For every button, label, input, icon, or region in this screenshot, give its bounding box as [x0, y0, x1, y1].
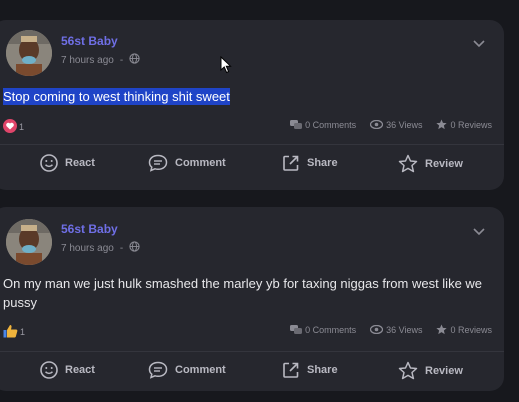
comment-icon	[148, 361, 168, 379]
review-label: Review	[425, 157, 463, 170]
comment-button[interactable]: Comment	[148, 361, 226, 379]
post-stats: 0 Comments 36 Views 0 Reviews	[290, 119, 492, 130]
globe-icon	[129, 53, 140, 67]
comment-button[interactable]: Comment	[148, 154, 226, 172]
eye-icon	[370, 325, 384, 334]
post-card: 56st Baby 7 hours ago - Stop coming to w…	[0, 20, 504, 190]
divider	[0, 351, 504, 352]
heart-icon	[3, 119, 17, 135]
review-button[interactable]: Review	[398, 361, 463, 380]
timestamp: 7 hours ago	[61, 242, 114, 254]
post-actions: React Comment Share Review	[0, 154, 504, 178]
comment-label: Comment	[175, 364, 226, 376]
mouse-cursor-icon	[220, 56, 232, 74]
comment-label: Comment	[175, 157, 226, 169]
views-stat: 36 Views	[370, 119, 422, 130]
views-stat: 36 Views	[370, 324, 422, 335]
post-text-content: Stop coming to west thinking shit sweet	[3, 88, 230, 105]
post-meta: 7 hours ago -	[61, 53, 140, 67]
comments-count: 0 Comments	[305, 119, 357, 130]
smiley-icon	[40, 154, 58, 172]
timestamp: 7 hours ago	[61, 54, 114, 66]
reviews-count: 0 Reviews	[450, 119, 492, 130]
post-stats: 0 Comments 36 Views 0 Reviews	[290, 324, 492, 335]
chevron-down-icon[interactable]	[472, 36, 486, 50]
views-count: 36 Views	[386, 324, 423, 335]
star-outline-icon	[398, 154, 418, 173]
react-button[interactable]: React	[40, 361, 95, 379]
reviews-stat[interactable]: 0 Reviews	[436, 119, 492, 130]
share-button[interactable]: Share	[282, 154, 338, 172]
post-card: 56st Baby 7 hours ago - On my man we jus…	[0, 207, 504, 391]
separator: -	[119, 242, 124, 254]
react-label: React	[65, 157, 95, 169]
globe-icon	[129, 241, 140, 255]
divider	[0, 144, 504, 145]
reviews-stat[interactable]: 0 Reviews	[436, 324, 492, 335]
share-label: Share	[307, 157, 338, 169]
comments-count: 0 Comments	[305, 324, 357, 335]
share-label: Share	[307, 364, 338, 376]
comments-stat[interactable]: 0 Comments	[290, 119, 356, 130]
reaction-summary[interactable]: 1	[3, 324, 25, 340]
separator: -	[119, 54, 124, 66]
chevron-down-icon[interactable]	[472, 224, 486, 238]
star-outline-icon	[398, 361, 418, 380]
reaction-summary[interactable]: 1	[3, 119, 24, 135]
author-name[interactable]: 56st Baby	[61, 34, 118, 48]
thumbs-up-icon	[3, 324, 18, 340]
share-icon	[283, 362, 299, 378]
smiley-icon	[40, 361, 58, 379]
post-text: Stop coming to west thinking shit sweet	[3, 87, 230, 106]
comment-icon	[148, 154, 168, 172]
star-icon	[436, 324, 448, 335]
post-actions: React Comment Share Review	[0, 361, 504, 385]
comments-icon	[290, 324, 303, 334]
avatar[interactable]	[6, 219, 52, 265]
reaction-count: 1	[19, 122, 25, 132]
author-name[interactable]: 56st Baby	[61, 222, 118, 236]
react-button[interactable]: React	[40, 154, 95, 172]
review-button[interactable]: Review	[398, 154, 463, 173]
review-label: Review	[425, 364, 463, 377]
star-icon	[436, 119, 448, 130]
post-meta: 7 hours ago -	[61, 241, 140, 255]
reviews-count: 0 Reviews	[450, 324, 492, 335]
avatar[interactable]	[6, 30, 52, 76]
reaction-count: 1	[20, 327, 26, 337]
share-icon	[283, 155, 299, 171]
comments-stat[interactable]: 0 Comments	[290, 324, 356, 335]
react-label: React	[65, 364, 95, 376]
views-count: 36 Views	[386, 119, 423, 130]
share-button[interactable]: Share	[282, 361, 338, 379]
post-text: On my man we just hulk smashed the marle…	[3, 276, 483, 310]
comments-icon	[290, 119, 303, 129]
eye-icon	[370, 120, 384, 129]
